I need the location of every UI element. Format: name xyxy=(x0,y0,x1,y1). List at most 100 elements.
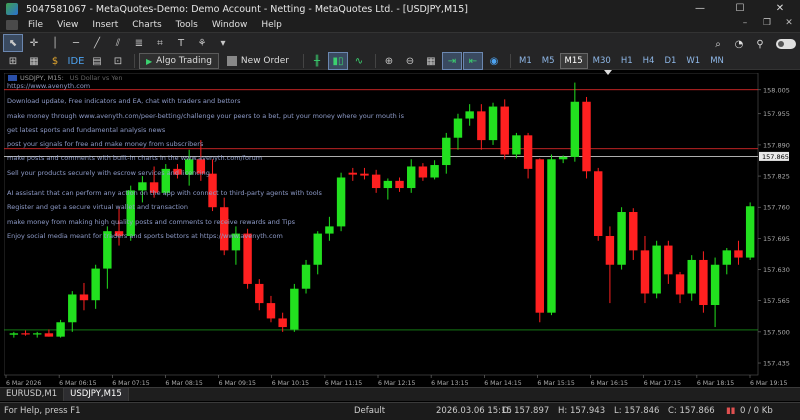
search-icon[interactable]: ⌕ xyxy=(709,36,727,52)
y-axis-label: 157.500 xyxy=(763,328,790,336)
title-bar: 5047581067 - MetaQuotes-Demo: Demo Accou… xyxy=(0,0,800,18)
menu-file[interactable]: File xyxy=(28,20,43,30)
x-axis-label: 6 Mar 17:15 xyxy=(644,380,681,387)
child-close-button[interactable]: ✕ xyxy=(778,18,800,28)
zoom-in-icon[interactable]: ⊕ xyxy=(380,53,398,69)
minimize-button[interactable]: — xyxy=(680,0,720,18)
status-low: L: 157.846 xyxy=(614,406,660,416)
candle-body xyxy=(500,106,509,155)
menu-view[interactable]: View xyxy=(57,20,78,30)
tab-eurusd-m1[interactable]: EURUSD,M1 xyxy=(0,388,65,401)
ide-icon[interactable]: IDE xyxy=(67,53,85,69)
market-icon[interactable]: $ xyxy=(46,53,64,69)
timeframe-m5[interactable]: M5 xyxy=(538,54,559,68)
chart-shift-marker[interactable] xyxy=(604,70,612,75)
window-controls: — ☐ ✕ xyxy=(680,0,800,18)
timeframe-w1[interactable]: W1 xyxy=(682,54,704,68)
auto-scroll-icon[interactable]: ⇥ xyxy=(442,52,462,70)
overlay-line: post your signals for free and make mone… xyxy=(7,140,204,148)
candle-body xyxy=(652,245,661,294)
timeframe-m1[interactable]: M1 xyxy=(515,54,536,68)
candle-body xyxy=(68,294,77,323)
trendline-icon[interactable]: ╱ xyxy=(88,35,106,51)
new-order-button[interactable]: New Order xyxy=(223,53,293,69)
candle-body xyxy=(617,212,626,265)
line-chart-icon[interactable]: ∿ xyxy=(350,53,368,69)
candle-body xyxy=(9,333,19,335)
menu-tools[interactable]: Tools xyxy=(176,20,198,30)
overlay-line: Register and get a secure virtual wallet… xyxy=(7,203,188,211)
child-restore-button[interactable]: ❐ xyxy=(756,18,778,28)
algo-trading-button[interactable]: ▶ Algo Trading xyxy=(139,53,219,69)
timeframe-mn[interactable]: MN xyxy=(706,54,728,68)
zoom-to-fit-icon[interactable]: ⊡ xyxy=(109,53,127,69)
chart-templates-icon[interactable]: ▦ xyxy=(25,53,43,69)
candlestick-chart[interactable]: 158.005 157.955 157.890 157.825 157.760 157.6… xyxy=(4,73,800,387)
timeframe-m15[interactable]: M15 xyxy=(559,53,588,69)
menu-charts[interactable]: Charts xyxy=(132,20,161,30)
overlay-line: make money through www.avenyth.com/peer-… xyxy=(7,112,404,120)
timeframe-d1[interactable]: D1 xyxy=(660,54,680,68)
x-axis-label: 6 Mar 12:15 xyxy=(378,380,415,387)
candle-body xyxy=(453,118,463,138)
algo-trading-label: Algo Trading xyxy=(156,56,212,66)
timeframe-h1[interactable]: H1 xyxy=(617,54,637,68)
candle-body xyxy=(407,166,416,189)
menu-insert[interactable]: Insert xyxy=(92,20,118,30)
close-button[interactable]: ✕ xyxy=(760,0,800,18)
candle-body xyxy=(640,250,650,294)
y-axis-label: 158.005 xyxy=(763,86,790,94)
maximize-button[interactable]: ☐ xyxy=(720,0,760,18)
candle-body xyxy=(687,259,696,294)
horizontal-line-icon[interactable]: ─ xyxy=(67,35,85,51)
status-profile[interactable]: Default xyxy=(354,406,385,416)
current-price-label: 157.865 xyxy=(762,153,789,161)
candlestick-chart-icon[interactable]: ▮▯ xyxy=(328,52,348,70)
account-icon[interactable]: ◔ xyxy=(730,36,748,52)
child-minimize-button[interactable]: – xyxy=(734,18,756,28)
chart-window-icon[interactable] xyxy=(6,20,18,30)
candle-body xyxy=(371,174,381,189)
tab-usdjpy-m15[interactable]: USDJPY,M15 xyxy=(64,388,129,401)
chart-caption: USDJPY, M15: US Dollar vs Yen xyxy=(8,74,123,82)
more-tools-dropdown-icon[interactable]: ▾ xyxy=(214,35,232,51)
text-tool-icon[interactable]: T xyxy=(172,35,190,51)
bar-chart-icon[interactable]: ╫ xyxy=(308,53,326,69)
new-chart-icon[interactable]: ⊞ xyxy=(4,53,22,69)
status-time: 2026.03.06 15:15 xyxy=(436,406,512,416)
screenshot-icon[interactable]: ◉ xyxy=(485,53,503,69)
toolbar-separator xyxy=(134,54,135,68)
timeframe-h4[interactable]: H4 xyxy=(639,54,659,68)
candle-body xyxy=(278,318,287,328)
grid-icon[interactable]: ▦ xyxy=(422,53,440,69)
candle-body xyxy=(325,226,334,234)
x-axis-label: 6 Mar 16:15 xyxy=(591,380,628,387)
toolbar-separator xyxy=(375,54,376,68)
candle-body xyxy=(313,233,322,265)
menu-help[interactable]: Help xyxy=(261,20,282,30)
equidistant-channel-icon[interactable]: ⫽ xyxy=(109,35,127,51)
menu-window[interactable]: Window xyxy=(212,20,248,30)
crosshair-icon[interactable]: ✛ xyxy=(25,35,43,51)
candle-body xyxy=(360,173,369,176)
vertical-line-icon[interactable]: │ xyxy=(46,35,64,51)
y-axis-label: 157.695 xyxy=(763,235,790,243)
chart-area[interactable]: 158.005 157.955 157.890 157.825 157.760 157.6… xyxy=(4,70,800,387)
shapes-menu-icon[interactable]: ⚘ xyxy=(193,35,211,51)
chart-shift-icon[interactable]: ⇤ xyxy=(463,52,483,70)
candle-body xyxy=(266,303,276,319)
play-icon: ▶ xyxy=(146,56,153,66)
chart-tabs: EURUSD,M1 USDJPY,M15 xyxy=(0,387,800,401)
candle-body xyxy=(535,159,544,313)
x-axis-label: 6 Mar 10:15 xyxy=(272,380,309,387)
zoom-out-icon[interactable]: ⊖ xyxy=(401,53,419,69)
timeframe-m30[interactable]: M30 xyxy=(589,54,615,68)
shapes-icon[interactable]: ⌗ xyxy=(151,35,169,51)
signal-icon[interactable]: ⚲ xyxy=(751,36,769,52)
connection-status-icon: ▮▮ xyxy=(726,406,736,416)
fibonacci-icon[interactable]: ≣ xyxy=(130,35,148,51)
theme-toggle[interactable] xyxy=(776,39,796,49)
y-axis-label: 157.955 xyxy=(763,110,790,118)
strategy-tester-icon[interactable]: ▤ xyxy=(88,53,106,69)
cursor-icon[interactable]: ⬉ xyxy=(3,34,23,52)
